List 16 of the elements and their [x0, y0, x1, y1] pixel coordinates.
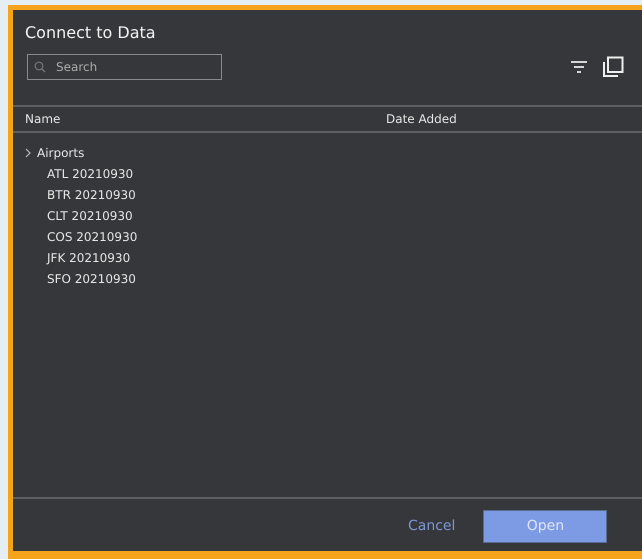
search-field[interactable]: Search — [27, 54, 222, 80]
column-header[interactable]: Date Added — [386, 112, 457, 126]
tree-item[interactable]: COS 20210930 — [47, 230, 138, 244]
search-icon — [34, 61, 46, 73]
tree-item[interactable]: ATL 20210930 — [47, 166, 134, 180]
tree-item[interactable]: BTR 20210930 — [47, 188, 136, 202]
cancel-button[interactable]: Cancel — [402, 514, 462, 538]
filter-icon[interactable] — [570, 60, 588, 74]
copy-icon[interactable] — [602, 56, 624, 78]
tree-item[interactable]: SFO 20210930 — [47, 272, 136, 286]
dialog-title: Connect to Data — [24, 22, 157, 44]
chevron-icon[interactable] — [25, 148, 31, 158]
column-header[interactable]: Name — [13, 112, 386, 126]
tree-item[interactable]: JFK 20210930 — [47, 250, 130, 264]
tree-item[interactable]: Airports — [37, 146, 84, 160]
tree-item[interactable]: CLT 20210930 — [47, 208, 133, 222]
